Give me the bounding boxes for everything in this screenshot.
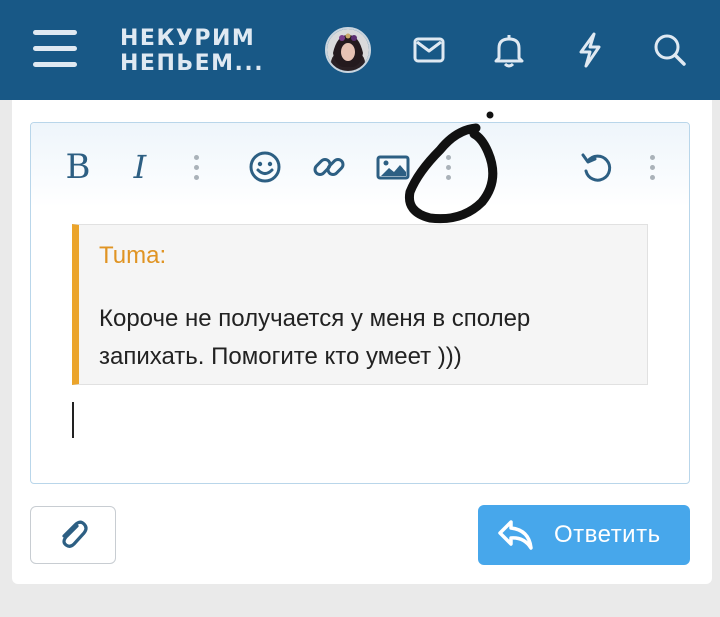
emoji-icon[interactable] <box>245 147 285 187</box>
reply-arrow-icon <box>498 520 533 550</box>
quote-text: Короче не получается у меня в сполер зап… <box>99 305 531 370</box>
search-icon[interactable] <box>650 30 690 70</box>
quote-block: Tuma: Короче не получается у меня в спол… <box>72 224 648 385</box>
site-logo[interactable]: НЕКУРИМ НЕПЬЕМ... <box>120 26 264 76</box>
envelope-icon[interactable] <box>409 30 449 70</box>
image-icon[interactable] <box>373 147 413 187</box>
avatar[interactable] <box>325 27 371 73</box>
reply-button[interactable]: Ответить <box>478 505 690 565</box>
more-options-icon[interactable] <box>647 153 657 183</box>
menu-icon[interactable] <box>33 30 77 68</box>
more-options-icon[interactable] <box>191 153 201 183</box>
link-icon[interactable] <box>309 147 349 187</box>
more-options-icon[interactable] <box>443 153 453 183</box>
undo-icon[interactable] <box>577 147 617 187</box>
editor-toolbar: B I <box>31 123 689 207</box>
quote-author[interactable]: Tuma: <box>99 242 166 270</box>
logo-line-2: НЕПЬЕМ... <box>120 51 265 76</box>
site-header: НЕКУРИМ НЕПЬЕМ... <box>0 0 720 100</box>
reply-button-label: Ответить <box>554 521 661 548</box>
attach-files-button[interactable] <box>30 506 116 564</box>
lightning-icon[interactable] <box>570 30 610 70</box>
italic-button[interactable]: I <box>123 147 157 187</box>
text-cursor <box>72 402 74 438</box>
paperclip-icon <box>62 520 88 548</box>
logo-line-1: НЕКУРИМ <box>120 26 256 51</box>
bold-button[interactable]: B <box>61 147 95 187</box>
bell-icon[interactable] <box>489 30 529 70</box>
